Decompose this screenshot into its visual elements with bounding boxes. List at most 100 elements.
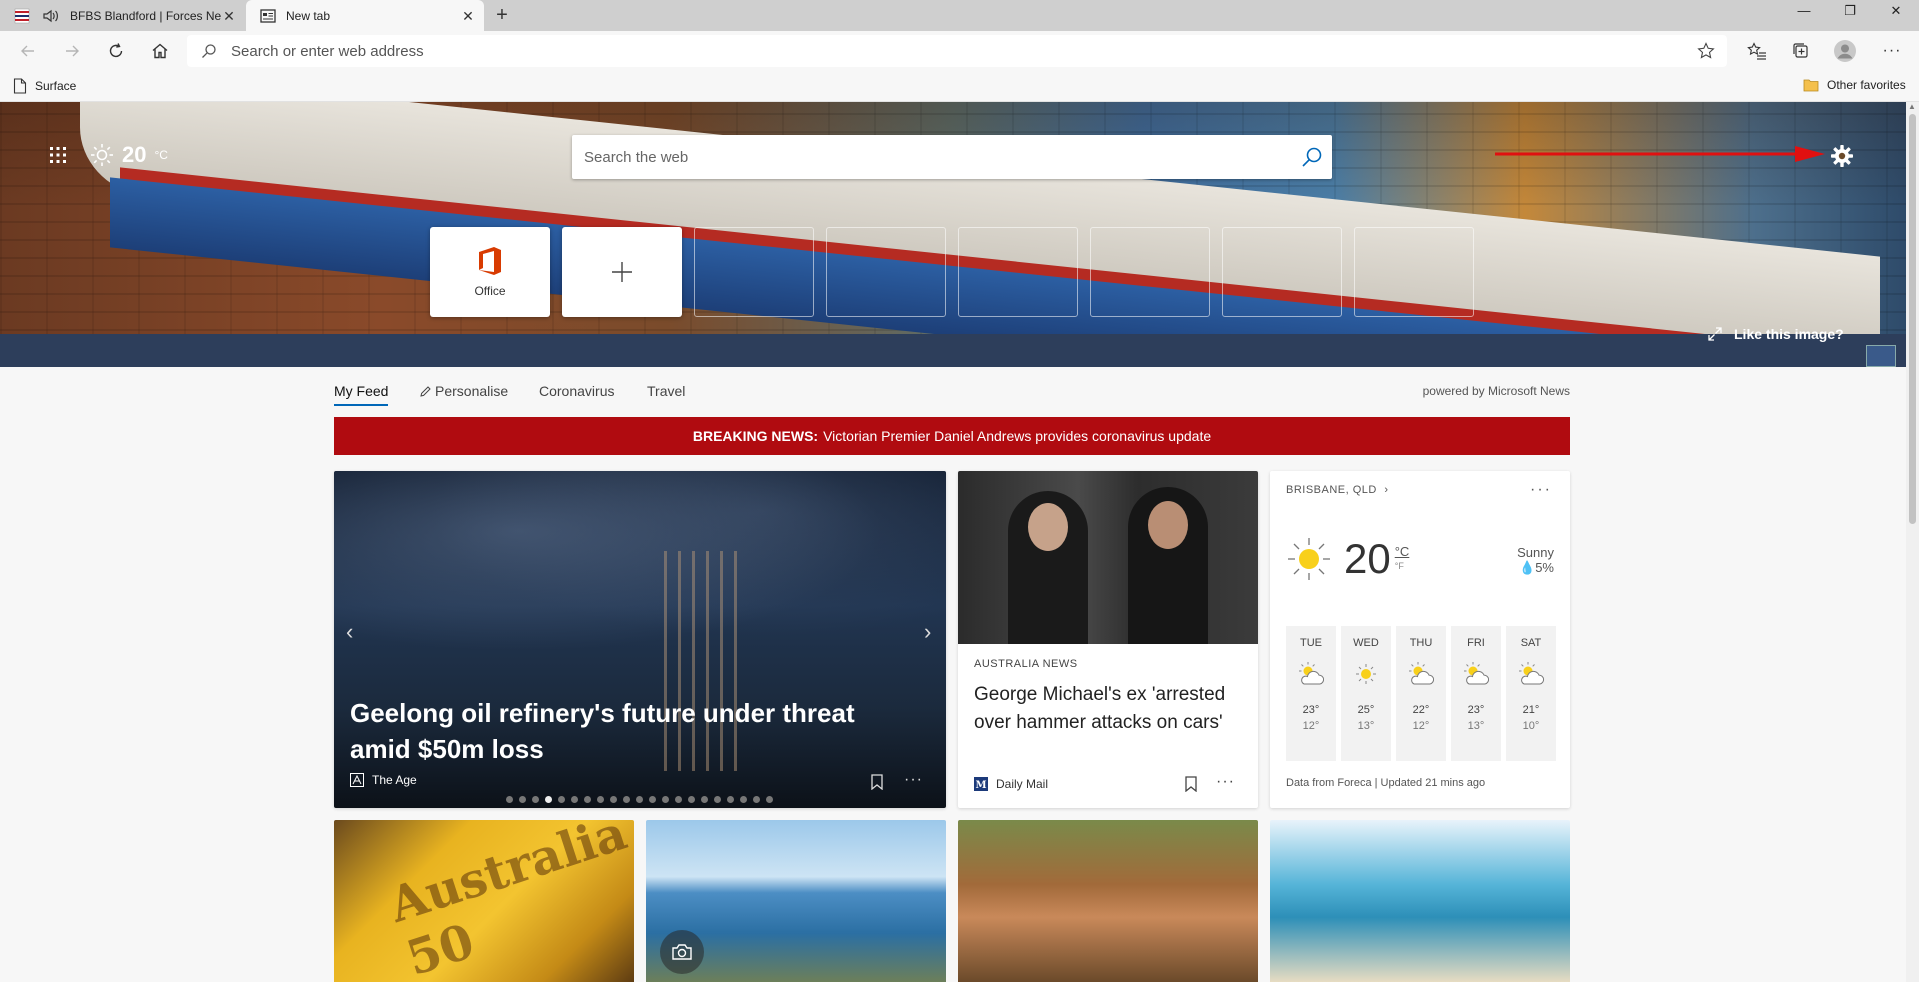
bookmark-icon[interactable] [870, 774, 884, 790]
add-favorite-star-icon[interactable] [1697, 42, 1715, 60]
more-options-icon[interactable]: ··· [1530, 481, 1552, 499]
tab-new-tab[interactable]: New tab ✕ [246, 0, 484, 32]
unit-toggle[interactable]: °C °F [1395, 545, 1410, 573]
profile-button[interactable] [1831, 39, 1859, 63]
plus-icon [612, 262, 632, 282]
carousel-dot[interactable] [766, 796, 773, 803]
tab-my-feed[interactable]: My Feed [334, 383, 388, 399]
forecast-low: 12° [1412, 720, 1430, 732]
partly-cloudy-icon [1506, 654, 1556, 694]
image-info-badge[interactable] [1866, 345, 1896, 367]
story-thumbnail[interactable]: Australia 50 [334, 820, 634, 982]
source-name: Daily Mail [996, 777, 1049, 791]
close-tab-icon[interactable]: ✕ [221, 8, 237, 24]
story-headline[interactable]: Geelong oil refinery's future under thre… [350, 695, 910, 767]
audio-playing-icon[interactable] [42, 9, 60, 23]
tab-title: New tab [286, 9, 331, 23]
avatar-icon [1834, 40, 1856, 62]
carousel-dot[interactable] [506, 796, 513, 803]
quick-link-office[interactable]: Office [430, 227, 550, 317]
page-settings-gear-icon[interactable] [1830, 144, 1854, 168]
forecast-day[interactable]: SAT 21° 10° [1506, 626, 1556, 761]
forecast-day[interactable]: WED 25° 13° [1341, 626, 1391, 761]
tab-travel[interactable]: Travel [647, 383, 685, 399]
weather-condition-block: Sunny 💧5% [1517, 545, 1554, 576]
close-tab-icon[interactable]: ✕ [460, 8, 476, 24]
forecast-day[interactable]: THU 22° 12° [1396, 626, 1446, 761]
annotation-arrow [1495, 146, 1825, 162]
carousel-dot[interactable] [662, 796, 669, 803]
carousel-dot[interactable] [649, 796, 656, 803]
news-card[interactable]: AUSTRALIA NEWS George Michael's ex 'arre… [958, 471, 1258, 808]
hero-story-carousel[interactable]: ‹ › Geelong oil refinery's future under … [334, 471, 946, 808]
favorite-surface[interactable]: Surface [13, 78, 76, 94]
new-tab-button[interactable]: + [490, 4, 514, 28]
restore-button[interactable]: ❐ [1827, 0, 1873, 24]
bookmark-icon[interactable] [1184, 776, 1198, 792]
breaking-news-banner[interactable]: BREAKING NEWS: Victorian Premier Daniel … [334, 417, 1570, 455]
carousel-dot[interactable] [623, 796, 630, 803]
story-thumbnail[interactable] [958, 820, 1258, 982]
carousel-dot[interactable] [714, 796, 721, 803]
carousel-dot[interactable] [610, 796, 617, 803]
forward-button[interactable] [58, 39, 86, 63]
page-scrollbar[interactable]: ▲ [1906, 102, 1919, 982]
carousel-dot[interactable] [532, 796, 539, 803]
tab-coronavirus[interactable]: Coronavirus [539, 383, 614, 399]
carousel-dot[interactable] [727, 796, 734, 803]
carousel-dot[interactable] [584, 796, 591, 803]
web-search-box[interactable]: Search the web [572, 135, 1332, 179]
search-submit-button[interactable] [1292, 137, 1332, 177]
the-age-logo-icon [350, 773, 364, 787]
carousel-dot[interactable] [545, 796, 552, 803]
forecast-day[interactable]: TUE 23° 12° [1286, 626, 1336, 761]
carousel-dot[interactable] [740, 796, 747, 803]
location-name: BRISBANE, QLD [1286, 484, 1377, 496]
close-window-button[interactable]: ✕ [1873, 0, 1919, 24]
background-image: 20 °C Search the web Office Like this im… [0, 102, 1906, 367]
carousel-dot[interactable] [688, 796, 695, 803]
refresh-button[interactable] [102, 39, 130, 63]
carousel-prev-icon[interactable]: ‹ [346, 619, 353, 645]
carousel-dot[interactable] [701, 796, 708, 803]
story-thumbnail[interactable] [646, 820, 946, 982]
app-launcher-icon[interactable] [49, 146, 67, 164]
minimize-button[interactable]: — [1781, 0, 1827, 24]
scroll-up-arrow-icon[interactable]: ▲ [1908, 102, 1916, 111]
story-source[interactable]: M Daily Mail [974, 777, 1048, 791]
search-placeholder: Search the web [584, 148, 689, 166]
add-quick-link-button[interactable] [562, 227, 682, 317]
more-options-icon[interactable]: ··· [1216, 773, 1235, 791]
settings-more-button[interactable]: ··· [1878, 39, 1906, 63]
scrollbar-thumb[interactable] [1909, 114, 1916, 524]
forecast-day[interactable]: FRI 23° 13° [1451, 626, 1501, 761]
carousel-dot[interactable] [519, 796, 526, 803]
story-source[interactable]: The Age [350, 773, 417, 787]
other-favorites[interactable]: Other favorites [1803, 78, 1906, 92]
back-button[interactable] [14, 39, 42, 63]
carousel-next-icon[interactable]: › [924, 619, 931, 645]
favorites-bar: Surface Other favorites [0, 71, 1919, 102]
home-button[interactable] [146, 39, 174, 63]
tab-personalise[interactable]: Personalise [420, 383, 508, 399]
like-this-image-button[interactable]: Like this image? [1708, 326, 1844, 342]
carousel-dot[interactable] [753, 796, 760, 803]
carousel-dot[interactable] [636, 796, 643, 803]
address-bar[interactable]: Search or enter web address [187, 35, 1727, 67]
unit-fahrenheit[interactable]: °F [1395, 559, 1410, 573]
carousel-dot[interactable] [675, 796, 682, 803]
carousel-indicator[interactable] [506, 796, 773, 803]
carousel-dot[interactable] [558, 796, 565, 803]
carousel-dot[interactable] [571, 796, 578, 803]
unit-celsius[interactable]: °C [1395, 545, 1410, 559]
weather-summary[interactable]: 20 °C [90, 142, 168, 168]
collections-button[interactable] [1787, 39, 1815, 63]
story-thumbnail[interactable] [1270, 820, 1570, 982]
story-headline[interactable]: George Michael's ex 'arrested over hamme… [974, 681, 1244, 737]
weather-location[interactable]: BRISBANE, QLD › [1286, 484, 1389, 496]
more-options-icon[interactable]: ··· [904, 771, 923, 789]
tab-bfbs[interactable]: BFBS Blandford | Forces News ✕ [0, 0, 245, 31]
carousel-dot[interactable] [597, 796, 604, 803]
favorites-button[interactable] [1743, 39, 1771, 63]
weather-card[interactable]: BRISBANE, QLD › ··· 20 °C °F Sunny 💧5% T… [1270, 471, 1570, 808]
